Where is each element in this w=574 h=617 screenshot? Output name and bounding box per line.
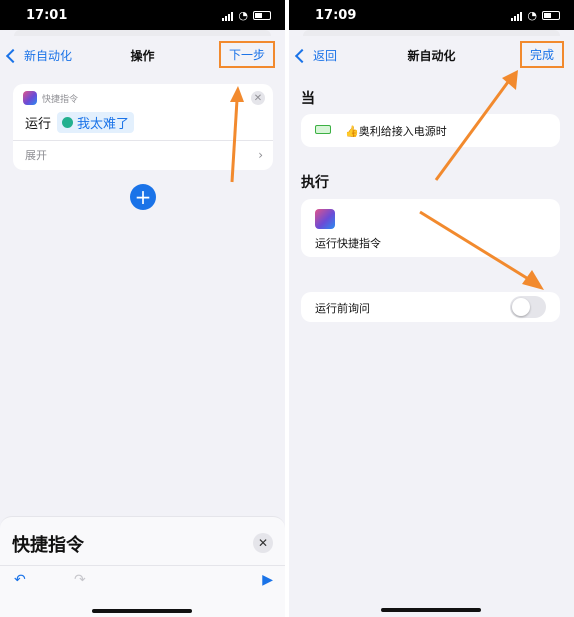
arrow-to-next-button (230, 86, 244, 183)
arrow-to-toggle (419, 210, 544, 290)
annotation-arrows (230, 70, 544, 290)
arrow-to-done-button (434, 70, 518, 181)
